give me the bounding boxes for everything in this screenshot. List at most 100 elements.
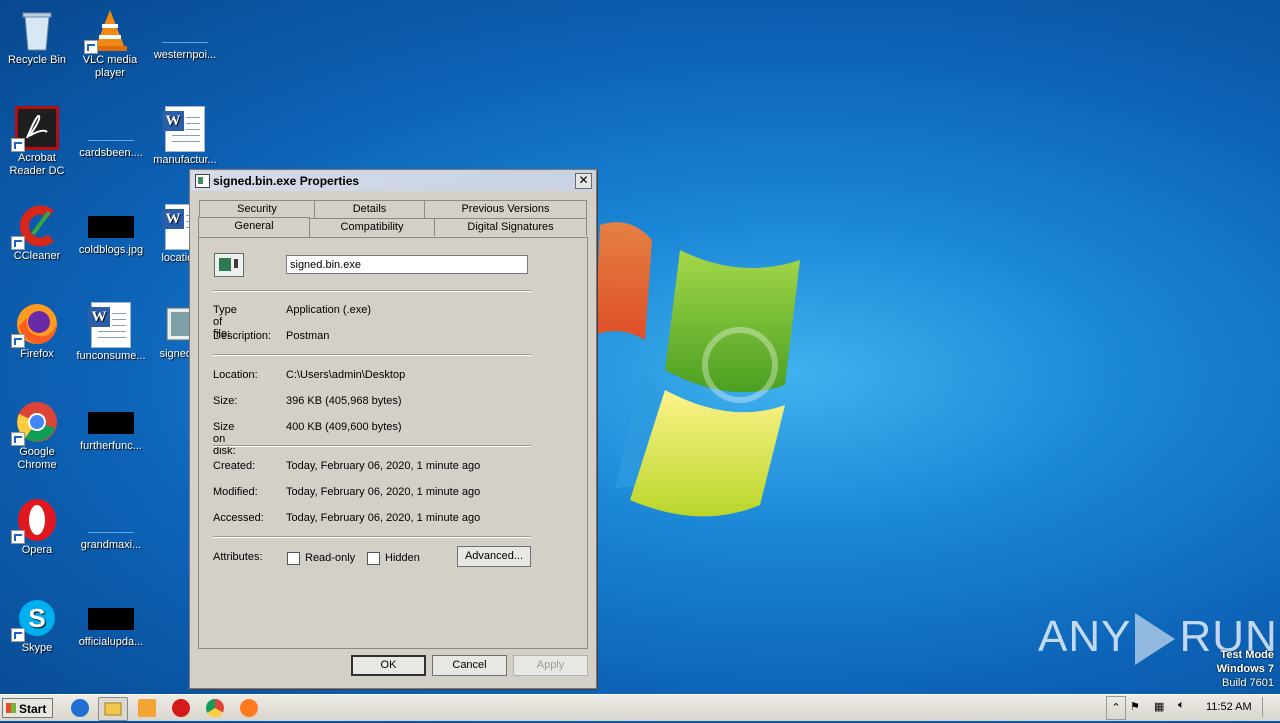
icon-label: furtherfunc...	[80, 440, 142, 452]
show-hidden-icons-button[interactable]: ⌃	[1106, 696, 1126, 720]
advanced-button[interactable]: Advanced...	[457, 546, 531, 567]
desktop-icon-ccleaner[interactable]: CCleaner	[0, 204, 74, 263]
opera-icon	[11, 498, 59, 544]
ok-button[interactable]: OK	[351, 655, 426, 676]
desktop-icon-cardsbeen[interactable]: cardsbeen....	[74, 106, 148, 160]
ccleaner-icon	[11, 204, 59, 250]
icon-label: Firefox	[20, 348, 54, 360]
chrome-icon	[11, 400, 59, 446]
desktop-icon-opera[interactable]: Opera	[0, 498, 74, 557]
chrome-taskbar-icon[interactable]	[206, 699, 224, 717]
shortcut-arrow-icon	[11, 432, 25, 446]
firefox-icon	[11, 302, 59, 348]
desktop-icon-vlc[interactable]: VLC media player	[73, 8, 147, 80]
created-label: Created:	[213, 460, 256, 472]
type-value: Application (.exe)	[286, 304, 371, 316]
explorer-taskbar-button[interactable]	[98, 697, 128, 721]
tab-general[interactable]: General	[198, 217, 310, 237]
modified-value: Today, February 06, 2020, 1 minute ago	[286, 486, 481, 498]
executable-icon	[195, 174, 210, 188]
image-thumbnail-icon	[88, 608, 134, 630]
apply-button[interactable]: Apply	[513, 655, 588, 676]
icon-label: Recycle Bin	[7, 54, 67, 66]
skype-icon: S	[11, 596, 59, 642]
icon-label: Acrobat Reader DC	[9, 152, 65, 177]
desktop-icon-acrobat[interactable]: Acrobat Reader DC	[0, 106, 74, 178]
readonly-label[interactable]: Read-only	[305, 552, 355, 564]
description-label: Description:	[213, 330, 272, 342]
network-icon[interactable]: ▦	[1154, 700, 1164, 713]
cancel-button[interactable]: Cancel	[432, 655, 507, 676]
shortcut-arrow-icon	[11, 334, 25, 348]
file-thumbnail-icon	[88, 118, 134, 141]
close-button[interactable]: ✕	[575, 173, 592, 189]
size-label: Size:	[213, 395, 238, 407]
desktop-icon-recycle-bin[interactable]: Recycle Bin	[0, 8, 74, 67]
start-button[interactable]: Start	[2, 698, 53, 718]
file-thumbnail-icon	[162, 20, 208, 43]
show-desktop-button[interactable]	[1262, 697, 1277, 717]
hidden-label[interactable]: Hidden	[385, 552, 420, 564]
shortcut-arrow-icon	[11, 530, 25, 544]
action-center-flag-icon[interactable]: ⚑	[1130, 700, 1140, 713]
icon-label: westernpoi...	[153, 49, 217, 61]
dialog-title: signed.bin.exe Properties	[213, 174, 360, 188]
accessed-value: Today, February 06, 2020, 1 minute ago	[286, 512, 481, 524]
desktop-icon-coldblogs[interactable]: coldblogs.jpg	[74, 204, 148, 257]
os-label: Windows 7	[1216, 663, 1274, 675]
icon-label: officialupda...	[78, 636, 144, 648]
separator	[213, 536, 531, 538]
tab-previous-versions[interactable]: Previous Versions	[424, 200, 587, 218]
desktop-icon-chrome[interactable]: Google Chrome	[0, 400, 74, 472]
watermark-left-text: ANY	[1038, 612, 1132, 661]
readonly-checkbox[interactable]	[287, 552, 300, 565]
icon-label: Google Chrome	[17, 446, 57, 471]
windows-flag-icon	[6, 703, 16, 713]
clock[interactable]: 11:52 AM	[1206, 701, 1252, 713]
desktop-icon-officialupda[interactable]: officialupda...	[74, 596, 148, 649]
tab-compatibility[interactable]: Compatibility	[309, 218, 435, 236]
modified-label: Modified:	[213, 486, 258, 498]
size-on-disk-label: Size on disk:	[213, 421, 236, 457]
desktop-icon-firefox[interactable]: Firefox	[0, 302, 74, 361]
shortcut-arrow-icon	[11, 628, 25, 642]
word-document-icon: W	[88, 302, 131, 348]
test-mode-label: Test Mode	[1220, 649, 1274, 661]
filename-input[interactable]: signed.bin.exe	[286, 255, 528, 274]
word-document-icon: W	[162, 106, 205, 152]
desktop-icon-manufactur[interactable]: W manufactur...	[148, 106, 222, 167]
icon-label: Opera	[21, 544, 53, 556]
desktop-icon-skype[interactable]: S Skype	[0, 596, 74, 655]
desktop-icon-furtherfunc[interactable]: furtherfunc...	[74, 400, 148, 453]
icon-label: cardsbeen....	[79, 147, 143, 159]
location-value: C:\Users\admin\Desktop	[286, 369, 406, 381]
build-label: Build 7601	[1222, 677, 1274, 689]
created-value: Today, February 06, 2020, 1 minute ago	[286, 460, 481, 472]
icon-label: funconsume...	[76, 350, 146, 362]
separator	[213, 354, 531, 356]
tab-digital-signatures[interactable]: Digital Signatures	[434, 218, 587, 236]
firefox-taskbar-icon[interactable]	[240, 699, 258, 717]
start-label: Start	[19, 702, 47, 716]
dialog-titlebar[interactable]: signed.bin.exe Properties ✕	[191, 171, 595, 191]
attributes-label: Attributes:	[213, 551, 263, 563]
volume-icon[interactable]: 🔈︎	[1178, 699, 1185, 712]
desktop-icon-funconsume[interactable]: W funconsume...	[74, 302, 148, 363]
hidden-checkbox[interactable]	[367, 552, 380, 565]
svg-text:S: S	[28, 603, 45, 633]
accessed-label: Accessed:	[213, 512, 264, 524]
tab-security[interactable]: Security	[199, 200, 315, 218]
vlc-cone-icon	[84, 8, 132, 54]
icon-label: Skype	[21, 642, 53, 654]
opera-taskbar-icon[interactable]	[172, 699, 190, 717]
description-value: Postman	[286, 330, 330, 342]
tab-details[interactable]: Details	[314, 200, 425, 218]
icon-label: grandmaxi...	[80, 539, 142, 551]
shortcut-arrow-icon	[11, 236, 25, 250]
desktop-icon-grandmaxi[interactable]: grandmaxi...	[74, 498, 148, 552]
desktop-icon-westernpoi[interactable]: westernpoi...	[148, 8, 222, 62]
media-player-icon[interactable]	[138, 699, 156, 717]
internet-explorer-icon[interactable]	[71, 699, 89, 717]
play-icon	[1135, 613, 1176, 666]
separator	[213, 445, 531, 447]
